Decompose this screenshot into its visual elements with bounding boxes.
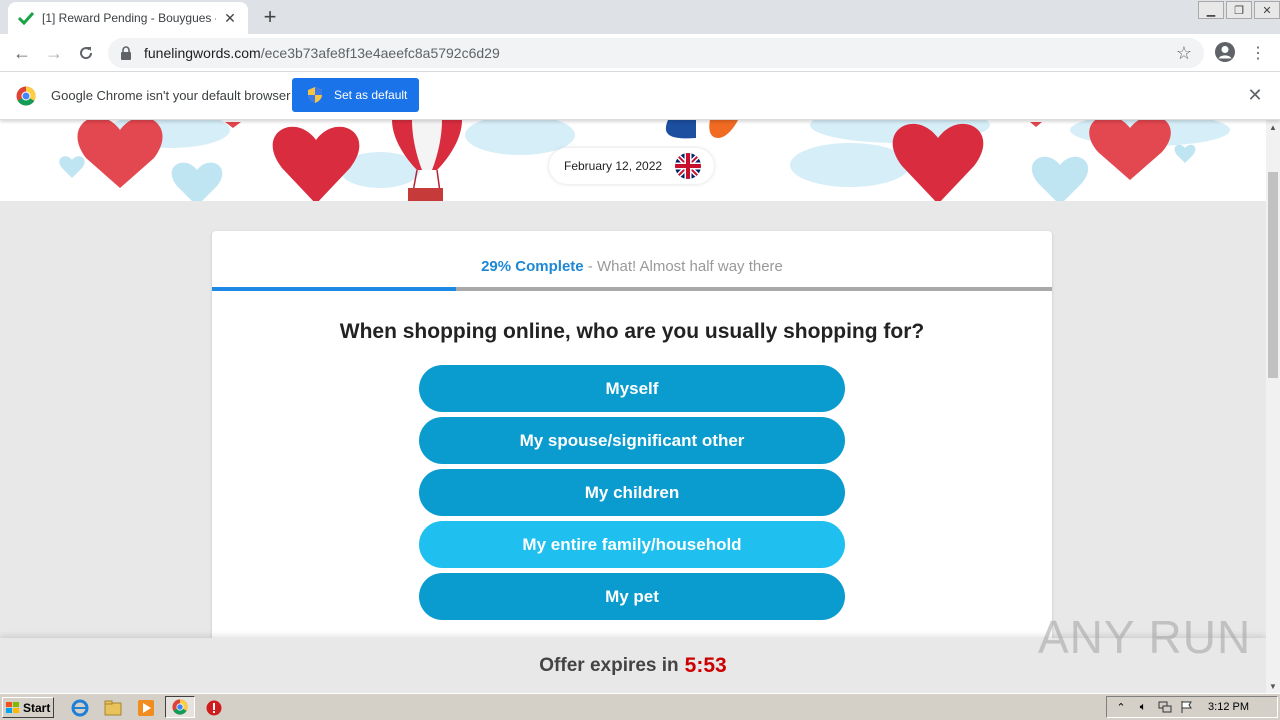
url-path: /ece3b73afe8f13e4aeefc8a5792c6d29 bbox=[260, 45, 500, 61]
page-viewport: February 12, 2022 29% Complete - What! A… bbox=[0, 120, 1266, 693]
profile-avatar-icon[interactable] bbox=[1214, 41, 1238, 65]
answer-button-family[interactable]: My entire family/household bbox=[419, 521, 845, 568]
close-window-button[interactable]: ✕ bbox=[1254, 1, 1280, 19]
date-text: February 12, 2022 bbox=[564, 159, 663, 173]
restore-button[interactable]: ❐ bbox=[1226, 1, 1252, 19]
start-button[interactable]: Start bbox=[2, 697, 54, 718]
progress-bar bbox=[212, 287, 1052, 291]
set-as-default-button[interactable]: Set as default bbox=[292, 78, 419, 112]
answer-list: Myself My spouse/significant other My ch… bbox=[419, 365, 845, 625]
checkmark-icon bbox=[18, 10, 34, 26]
taskbar-clock: 3:12 PM bbox=[1208, 701, 1249, 713]
kebab-menu-icon[interactable]: ⋮ bbox=[1250, 41, 1266, 65]
date-badge: February 12, 2022 bbox=[549, 148, 714, 184]
lock-icon bbox=[120, 46, 134, 60]
hero-banner: February 12, 2022 bbox=[0, 120, 1266, 201]
progress-subtitle: What! Almost half way there bbox=[596, 258, 783, 275]
offer-label: Offer expires in bbox=[539, 654, 679, 676]
answer-button-pet[interactable]: My pet bbox=[419, 573, 845, 620]
forward-icon[interactable]: → bbox=[42, 41, 66, 65]
tab-strip: [1] Reward Pending - Bouygues - W ✕ + ▁ … bbox=[0, 0, 1280, 34]
browser-tab[interactable]: [1] Reward Pending - Bouygues - W ✕ bbox=[8, 2, 248, 34]
new-tab-button[interactable]: + bbox=[258, 4, 282, 29]
windows-logo-icon bbox=[6, 701, 20, 714]
progress-fill bbox=[212, 287, 456, 291]
media-player-icon[interactable] bbox=[136, 698, 156, 718]
bookmark-star-icon[interactable]: ☆ bbox=[1176, 43, 1192, 64]
back-icon[interactable]: ← bbox=[10, 41, 34, 65]
answer-button-spouse[interactable]: My spouse/significant other bbox=[419, 417, 845, 464]
tab-close-icon[interactable]: ✕ bbox=[222, 10, 238, 26]
shield-icon bbox=[308, 87, 324, 103]
offer-timer: 5:53 bbox=[684, 653, 727, 677]
progress-separator: - bbox=[583, 258, 597, 275]
default-browser-infobar: Google Chrome isn't your default browser… bbox=[0, 72, 1280, 120]
scrollbar-thumb[interactable] bbox=[1268, 172, 1278, 378]
stop-sign-icon[interactable] bbox=[204, 698, 224, 718]
progress-text: 29% Complete - What! Almost half way the… bbox=[212, 258, 1052, 275]
file-explorer-icon[interactable] bbox=[103, 698, 123, 718]
progress-percent: 29% Complete bbox=[481, 258, 584, 275]
internet-explorer-icon[interactable] bbox=[70, 698, 90, 718]
reload-icon[interactable] bbox=[74, 41, 98, 65]
answer-button-children[interactable]: My children bbox=[419, 469, 845, 516]
action-center-flag-icon[interactable] bbox=[1179, 699, 1195, 715]
browser-toolbar: ← → funelingwords.com/ece3b73afe8f13e4ae… bbox=[0, 34, 1280, 72]
url-domain: funelingwords.com bbox=[144, 45, 261, 61]
infobar-close-icon[interactable]: ✕ bbox=[1246, 85, 1264, 105]
scroll-down-arrow-icon[interactable]: ▼ bbox=[1266, 679, 1280, 693]
system-tray: ⌃ 🔈︎ 3:12 PM bbox=[1106, 696, 1278, 718]
infobar-message: Google Chrome isn't your default browser bbox=[51, 88, 291, 103]
window-controls: ▁ ❐ ✕ bbox=[1196, 0, 1280, 19]
minimize-button[interactable]: ▁ bbox=[1198, 1, 1224, 19]
chrome-taskbar-icon[interactable] bbox=[165, 696, 195, 718]
start-label: Start bbox=[23, 700, 51, 715]
uk-flag-icon bbox=[675, 153, 701, 179]
answer-button-myself[interactable]: Myself bbox=[419, 365, 845, 412]
volume-icon[interactable]: 🔈︎ bbox=[1135, 699, 1151, 715]
network-icon[interactable] bbox=[1157, 699, 1173, 715]
set-as-default-label: Set as default bbox=[334, 88, 408, 102]
chrome-logo-icon bbox=[16, 86, 36, 106]
anyrun-watermark: ANY RUN bbox=[1038, 611, 1252, 663]
tab-title: [1] Reward Pending - Bouygues - W bbox=[42, 11, 216, 25]
scroll-up-arrow-icon[interactable]: ▲ bbox=[1266, 120, 1280, 134]
tray-expand-icon[interactable]: ⌃ bbox=[1113, 699, 1129, 715]
survey-question: When shopping online, who are you usuall… bbox=[339, 320, 925, 343]
vertical-scrollbar[interactable]: ▲ ▼ bbox=[1266, 120, 1280, 693]
address-bar[interactable]: funelingwords.com/ece3b73afe8f13e4aeefc8… bbox=[108, 38, 1204, 68]
survey-card: 29% Complete - What! Almost half way the… bbox=[212, 231, 1052, 693]
windows-taskbar: Start ⌃ 🔈︎ 3:12 PM bbox=[0, 693, 1280, 720]
